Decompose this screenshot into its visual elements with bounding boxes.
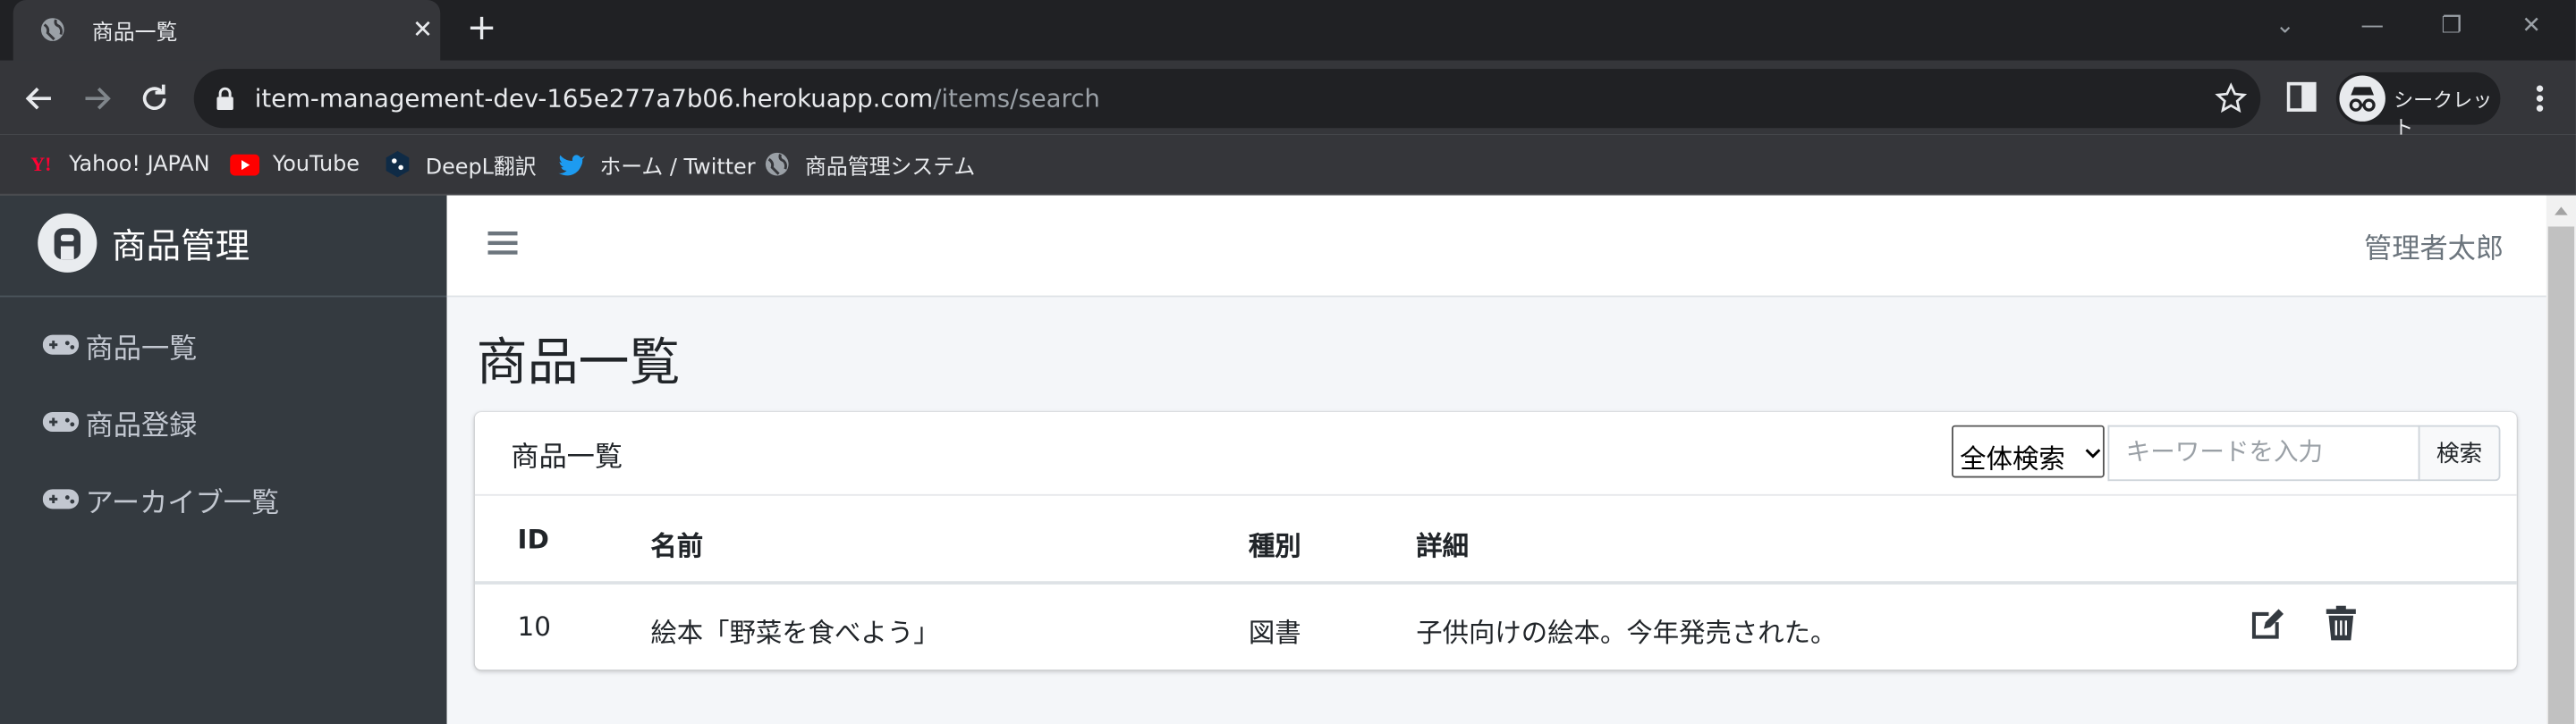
page-title: 商品一覧 (476, 333, 681, 392)
incognito-icon (2339, 75, 2385, 122)
cell-type: 図書 (1248, 617, 1301, 649)
search-scope-value: 全体検索 (1960, 442, 2065, 475)
sidebar-item-label: アーカイブ一覧 (85, 486, 280, 520)
items-card: 商品一覧 全体検索 検索 ID 名前 種別 詳細 10 (474, 412, 2517, 670)
hamburger-menu-icon[interactable] (487, 228, 518, 257)
cell-id: 10 (517, 610, 551, 643)
keyword-input[interactable] (2125, 426, 2405, 476)
bookmark-youtube[interactable]: YouTube (230, 147, 360, 181)
card-header: 商品一覧 全体検索 検索 (474, 412, 2517, 496)
window-close-icon[interactable]: ✕ (2521, 10, 2541, 43)
scrollbar-thumb[interactable] (2547, 226, 2575, 724)
bookmark-label: Yahoo! JAPAN (69, 151, 210, 177)
bookmark-label: DeepL翻訳 (425, 155, 537, 181)
scroll-up-arrow-icon[interactable] (2553, 204, 2569, 217)
address-bar[interactable]: item-management-dev-165e277a7b06.herokua… (193, 69, 2261, 129)
search-scope-select[interactable]: 全体検索 (1951, 425, 2105, 478)
content-wrapper: 商品一覧 商品一覧 全体検索 検索 ID 名前 種別 詳細 (446, 297, 2546, 724)
bookmarks-bar: Y! Yahoo! JAPAN YouTube DeepL翻訳 ホーム / Tw… (0, 134, 2576, 196)
url-path: /items/search (933, 83, 1100, 114)
browser-tabstrip: 商品一覧 ✕ + ⌄ — ❐ ✕ (0, 0, 2576, 61)
sidebar-item-item-register[interactable]: 商品登録 (42, 399, 198, 444)
yahoo-icon: Y! (30, 151, 52, 175)
bookmark-label: 商品管理システム (804, 155, 976, 181)
bookmark-deepl[interactable]: DeepL翻訳 (383, 147, 537, 181)
cell-name: 絵本「野菜を食べよう」 (650, 617, 940, 649)
column-header-detail: 詳細 (1416, 530, 1470, 562)
globe-icon (762, 149, 792, 179)
keyword-input-wrapper (2107, 425, 2420, 482)
table-header-divider (474, 581, 2517, 585)
minimize-icon[interactable]: — (2360, 10, 2384, 43)
trash-icon[interactable] (2323, 604, 2359, 644)
column-header-name: 名前 (650, 530, 704, 562)
restore-icon[interactable]: ❐ (2441, 10, 2462, 43)
url-text: item-management-dev-165e277a7b06.herokua… (255, 84, 1100, 114)
incognito-profile-button[interactable]: シークレット (2335, 72, 2501, 139)
sidebar-item-items-list[interactable]: 商品一覧 (42, 322, 198, 367)
globe-icon (40, 18, 64, 41)
card-title: 商品一覧 (511, 442, 623, 475)
top-navbar: 管理者太郎 (446, 195, 2546, 298)
side-panel-icon[interactable] (2286, 80, 2317, 114)
browser-tab[interactable]: 商品一覧 ✕ (13, 0, 441, 61)
column-header-id: ID (517, 523, 549, 555)
chevron-down-icon (2085, 449, 2101, 459)
sidebar-item-label: 商品登録 (85, 409, 198, 442)
column-header-type: 種別 (1248, 530, 1301, 562)
edit-icon[interactable] (2250, 604, 2286, 644)
brand-logo-icon (38, 213, 97, 273)
tab-search-icon[interactable]: ⌄ (2275, 10, 2295, 43)
new-tab-icon[interactable]: + (467, 9, 497, 49)
search-button[interactable]: 検索 (2418, 425, 2501, 482)
user-name-link[interactable]: 管理者太郎 (2364, 225, 2504, 266)
back-icon[interactable] (20, 79, 59, 118)
deepl-icon (383, 149, 412, 179)
sidebar-item-archive-list[interactable]: アーカイブ一覧 (42, 476, 280, 522)
youtube-icon (230, 149, 260, 179)
lock-icon[interactable] (214, 87, 237, 111)
gamepad-icon (42, 334, 80, 355)
bookmark-label: YouTube (272, 151, 360, 177)
bookmark-label: ホーム / Twitter (599, 155, 756, 181)
url-host: item-management-dev-165e277a7b06.herokua… (254, 83, 934, 114)
incognito-label: シークレット (2394, 88, 2493, 140)
browser-toolbar: item-management-dev-165e277a7b06.herokua… (0, 60, 2576, 139)
sidebar-item-label: 商品一覧 (85, 332, 198, 366)
bookmark-yahoo[interactable]: Y! Yahoo! JAPAN (26, 147, 209, 181)
menu-dots-icon[interactable] (2523, 80, 2556, 116)
forward-icon[interactable] (77, 79, 116, 118)
cell-detail: 子供向けの絵本。今年発売された。 (1416, 617, 1837, 649)
sidebar: 商品管理 商品一覧 商品登録 アーカイブ一覧 (0, 195, 447, 724)
reload-icon[interactable] (135, 79, 174, 118)
bookmark-item-management[interactable]: 商品管理システム (762, 147, 975, 181)
twitter-icon (557, 149, 587, 179)
brand-text: 商品管理 (111, 226, 250, 266)
bookmark-star-icon[interactable] (2215, 82, 2248, 115)
gamepad-icon (42, 489, 80, 509)
tab-title: 商品一覧 (91, 21, 178, 46)
tab-close-icon[interactable]: ✕ (412, 15, 433, 45)
gamepad-icon (42, 412, 80, 433)
bookmark-twitter[interactable]: ホーム / Twitter (557, 147, 756, 181)
brand-link[interactable]: 商品管理 (0, 196, 447, 298)
